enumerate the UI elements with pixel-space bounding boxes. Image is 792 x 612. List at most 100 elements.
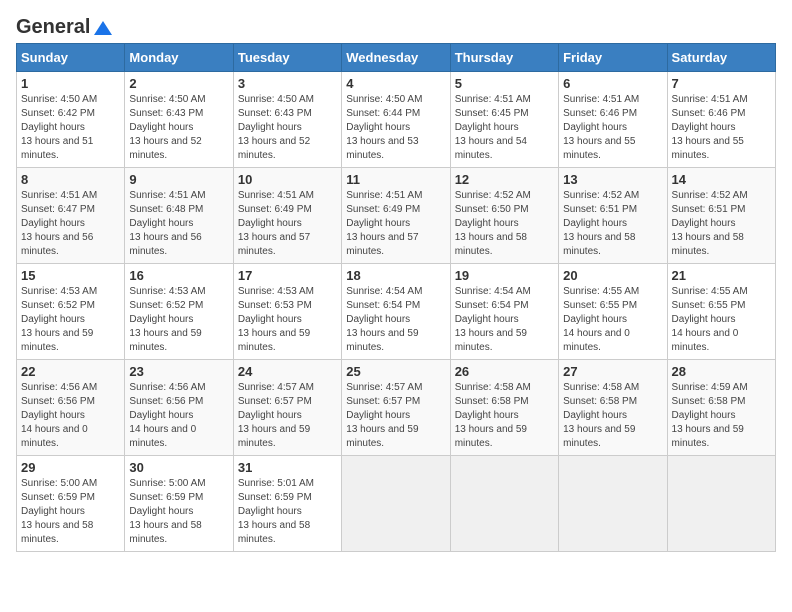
logo-icon <box>94 19 112 37</box>
calendar-cell <box>450 456 558 552</box>
calendar-cell: 28 Sunrise: 4:59 AMSunset: 6:58 PMDaylig… <box>667 360 775 456</box>
day-number: 31 <box>238 460 337 475</box>
calendar-table: SundayMondayTuesdayWednesdayThursdayFrid… <box>16 43 776 552</box>
calendar-cell: 23 Sunrise: 4:56 AMSunset: 6:56 PMDaylig… <box>125 360 233 456</box>
day-detail: Sunrise: 4:50 AMSunset: 6:42 PMDaylight … <box>21 94 97 161</box>
calendar-cell: 25 Sunrise: 4:57 AMSunset: 6:57 PMDaylig… <box>342 360 450 456</box>
day-detail: Sunrise: 4:54 AMSunset: 6:54 PMDaylight … <box>346 286 422 353</box>
calendar-cell: 14 Sunrise: 4:52 AMSunset: 6:51 PMDaylig… <box>667 168 775 264</box>
calendar-cell: 9 Sunrise: 4:51 AMSunset: 6:48 PMDayligh… <box>125 168 233 264</box>
day-number: 30 <box>129 460 228 475</box>
calendar-cell: 11 Sunrise: 4:51 AMSunset: 6:49 PMDaylig… <box>342 168 450 264</box>
day-detail: Sunrise: 4:54 AMSunset: 6:54 PMDaylight … <box>455 286 531 353</box>
day-detail: Sunrise: 4:51 AMSunset: 6:49 PMDaylight … <box>346 190 422 257</box>
day-detail: Sunrise: 5:01 AMSunset: 6:59 PMDaylight … <box>238 478 314 545</box>
logo-general: General <box>16 16 90 39</box>
day-detail: Sunrise: 4:50 AMSunset: 6:44 PMDaylight … <box>346 94 422 161</box>
day-number: 9 <box>129 172 228 187</box>
day-number: 5 <box>455 76 554 91</box>
calendar-cell: 4 Sunrise: 4:50 AMSunset: 6:44 PMDayligh… <box>342 72 450 168</box>
calendar-cell: 30 Sunrise: 5:00 AMSunset: 6:59 PMDaylig… <box>125 456 233 552</box>
calendar-cell: 17 Sunrise: 4:53 AMSunset: 6:53 PMDaylig… <box>233 264 341 360</box>
day-number: 13 <box>563 172 662 187</box>
calendar-cell: 20 Sunrise: 4:55 AMSunset: 6:55 PMDaylig… <box>559 264 667 360</box>
day-detail: Sunrise: 4:50 AMSunset: 6:43 PMDaylight … <box>238 94 314 161</box>
calendar-cell: 15 Sunrise: 4:53 AMSunset: 6:52 PMDaylig… <box>17 264 125 360</box>
day-number: 3 <box>238 76 337 91</box>
day-number: 1 <box>21 76 120 91</box>
day-detail: Sunrise: 4:50 AMSunset: 6:43 PMDaylight … <box>129 94 205 161</box>
day-number: 15 <box>21 268 120 283</box>
day-detail: Sunrise: 4:52 AMSunset: 6:51 PMDaylight … <box>563 190 639 257</box>
calendar-cell: 27 Sunrise: 4:58 AMSunset: 6:58 PMDaylig… <box>559 360 667 456</box>
day-number: 23 <box>129 364 228 379</box>
day-number: 4 <box>346 76 445 91</box>
calendar-cell: 3 Sunrise: 4:50 AMSunset: 6:43 PMDayligh… <box>233 72 341 168</box>
day-detail: Sunrise: 4:55 AMSunset: 6:55 PMDaylight … <box>563 286 639 353</box>
day-detail: Sunrise: 4:56 AMSunset: 6:56 PMDaylight … <box>129 382 205 449</box>
day-detail: Sunrise: 4:53 AMSunset: 6:52 PMDaylight … <box>129 286 205 353</box>
day-detail: Sunrise: 4:51 AMSunset: 6:46 PMDaylight … <box>672 94 748 161</box>
calendar-header-friday: Friday <box>559 44 667 72</box>
calendar-cell <box>667 456 775 552</box>
day-number: 22 <box>21 364 120 379</box>
calendar-cell: 31 Sunrise: 5:01 AMSunset: 6:59 PMDaylig… <box>233 456 341 552</box>
day-number: 8 <box>21 172 120 187</box>
logo: General <box>16 16 112 35</box>
day-detail: Sunrise: 5:00 AMSunset: 6:59 PMDaylight … <box>21 478 97 545</box>
calendar-cell: 29 Sunrise: 5:00 AMSunset: 6:59 PMDaylig… <box>17 456 125 552</box>
header: General <box>16 16 776 35</box>
day-detail: Sunrise: 4:52 AMSunset: 6:51 PMDaylight … <box>672 190 748 257</box>
calendar-header-thursday: Thursday <box>450 44 558 72</box>
day-detail: Sunrise: 4:51 AMSunset: 6:46 PMDaylight … <box>563 94 639 161</box>
calendar-cell: 26 Sunrise: 4:58 AMSunset: 6:58 PMDaylig… <box>450 360 558 456</box>
day-number: 28 <box>672 364 771 379</box>
calendar-week-row: 15 Sunrise: 4:53 AMSunset: 6:52 PMDaylig… <box>17 264 776 360</box>
day-detail: Sunrise: 4:53 AMSunset: 6:53 PMDaylight … <box>238 286 314 353</box>
day-number: 20 <box>563 268 662 283</box>
day-detail: Sunrise: 4:57 AMSunset: 6:57 PMDaylight … <box>238 382 314 449</box>
calendar-cell: 1 Sunrise: 4:50 AMSunset: 6:42 PMDayligh… <box>17 72 125 168</box>
calendar-header-wednesday: Wednesday <box>342 44 450 72</box>
calendar-cell <box>342 456 450 552</box>
day-detail: Sunrise: 4:51 AMSunset: 6:49 PMDaylight … <box>238 190 314 257</box>
calendar-cell: 10 Sunrise: 4:51 AMSunset: 6:49 PMDaylig… <box>233 168 341 264</box>
day-number: 2 <box>129 76 228 91</box>
day-number: 11 <box>346 172 445 187</box>
day-number: 16 <box>129 268 228 283</box>
calendar-cell: 19 Sunrise: 4:54 AMSunset: 6:54 PMDaylig… <box>450 264 558 360</box>
day-number: 21 <box>672 268 771 283</box>
day-number: 29 <box>21 460 120 475</box>
calendar-cell: 8 Sunrise: 4:51 AMSunset: 6:47 PMDayligh… <box>17 168 125 264</box>
calendar-week-row: 1 Sunrise: 4:50 AMSunset: 6:42 PMDayligh… <box>17 72 776 168</box>
day-number: 7 <box>672 76 771 91</box>
calendar-header-monday: Monday <box>125 44 233 72</box>
day-number: 6 <box>563 76 662 91</box>
day-detail: Sunrise: 4:51 AMSunset: 6:45 PMDaylight … <box>455 94 531 161</box>
day-detail: Sunrise: 4:57 AMSunset: 6:57 PMDaylight … <box>346 382 422 449</box>
calendar-cell: 21 Sunrise: 4:55 AMSunset: 6:55 PMDaylig… <box>667 264 775 360</box>
calendar-week-row: 22 Sunrise: 4:56 AMSunset: 6:56 PMDaylig… <box>17 360 776 456</box>
day-detail: Sunrise: 4:53 AMSunset: 6:52 PMDaylight … <box>21 286 97 353</box>
calendar-cell: 13 Sunrise: 4:52 AMSunset: 6:51 PMDaylig… <box>559 168 667 264</box>
calendar-header-row: SundayMondayTuesdayWednesdayThursdayFrid… <box>17 44 776 72</box>
day-detail: Sunrise: 4:56 AMSunset: 6:56 PMDaylight … <box>21 382 97 449</box>
day-number: 24 <box>238 364 337 379</box>
day-number: 10 <box>238 172 337 187</box>
calendar-cell <box>559 456 667 552</box>
calendar-cell: 5 Sunrise: 4:51 AMSunset: 6:45 PMDayligh… <box>450 72 558 168</box>
calendar-cell: 6 Sunrise: 4:51 AMSunset: 6:46 PMDayligh… <box>559 72 667 168</box>
day-detail: Sunrise: 4:52 AMSunset: 6:50 PMDaylight … <box>455 190 531 257</box>
calendar-header-tuesday: Tuesday <box>233 44 341 72</box>
day-detail: Sunrise: 5:00 AMSunset: 6:59 PMDaylight … <box>129 478 205 545</box>
calendar-cell: 12 Sunrise: 4:52 AMSunset: 6:50 PMDaylig… <box>450 168 558 264</box>
day-number: 26 <box>455 364 554 379</box>
day-detail: Sunrise: 4:51 AMSunset: 6:47 PMDaylight … <box>21 190 97 257</box>
calendar-week-row: 8 Sunrise: 4:51 AMSunset: 6:47 PMDayligh… <box>17 168 776 264</box>
day-number: 17 <box>238 268 337 283</box>
calendar-header-sunday: Sunday <box>17 44 125 72</box>
day-detail: Sunrise: 4:58 AMSunset: 6:58 PMDaylight … <box>563 382 639 449</box>
day-number: 12 <box>455 172 554 187</box>
day-number: 18 <box>346 268 445 283</box>
calendar-week-row: 29 Sunrise: 5:00 AMSunset: 6:59 PMDaylig… <box>17 456 776 552</box>
